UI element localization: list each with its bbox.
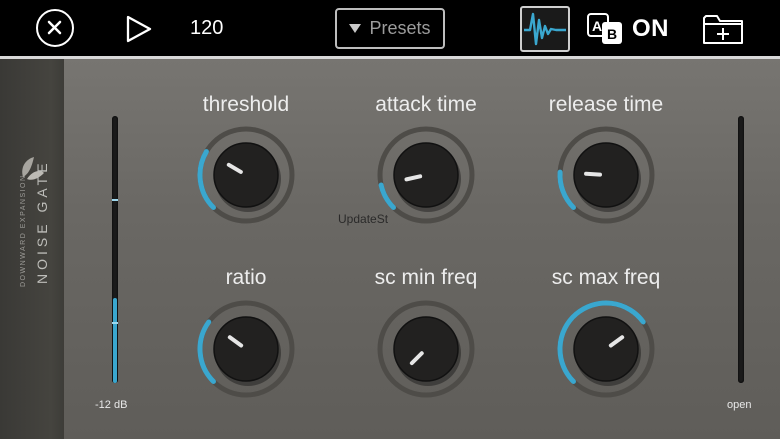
- svg-text:B: B: [607, 26, 617, 42]
- folder-add-button[interactable]: [702, 12, 744, 46]
- waveform-button[interactable]: [520, 6, 570, 52]
- tempo-value[interactable]: 120: [190, 17, 223, 40]
- knob-label-threshold: threshold: [202, 93, 290, 116]
- plugin-name: NOISE GATE: [34, 159, 50, 284]
- attack-time-knob[interactable]: [376, 125, 476, 225]
- knob-value-arc: [197, 149, 216, 211]
- input-level-meter: [112, 116, 118, 383]
- knob-cap: [393, 142, 459, 208]
- toolbar: 120 Presets A B ON: [0, 0, 780, 59]
- knob-label-attack-time: attack time: [375, 93, 477, 116]
- knob-value-arc: [557, 169, 576, 211]
- ab-compare-icon: A B: [587, 13, 622, 44]
- presets-button[interactable]: Presets: [335, 8, 445, 49]
- plugin-panel: DOWNWARD EXPANSION NOISE GATE -12 dB ope…: [0, 59, 780, 439]
- sc-max-freq-knob[interactable]: [556, 299, 656, 399]
- bypass-toggle[interactable]: ON: [632, 15, 669, 43]
- input-meter-label: -12 dB: [95, 399, 128, 411]
- knob-indicator: [584, 171, 603, 177]
- sc-min-freq-knob[interactable]: [376, 299, 476, 399]
- knob-cap: [393, 316, 459, 382]
- knob-value-arc: [197, 319, 216, 385]
- knob-cap: [573, 316, 639, 382]
- plugin-subtitle: DOWNWARD EXPANSION: [20, 174, 27, 287]
- output-meter-label: open: [727, 399, 752, 411]
- svg-text:A: A: [592, 18, 602, 34]
- folder-add-icon: [703, 15, 743, 44]
- dropdown-triangle-icon: [349, 24, 362, 33]
- knob-label-release-time: release time: [548, 93, 664, 116]
- knob-value-arc: [378, 182, 396, 211]
- knob-cap: [573, 142, 639, 208]
- knob-cap: [213, 142, 279, 208]
- threshold-knob[interactable]: [196, 125, 296, 225]
- close-icon: [47, 20, 62, 35]
- waveform-icon: [524, 12, 566, 46]
- debug-overlay-text: UpdateSt: [338, 212, 389, 226]
- knob-cap: [213, 316, 279, 382]
- presets-label: Presets: [369, 18, 431, 38]
- knob-label-sc-min-freq: sc min freq: [374, 266, 478, 289]
- ratio-knob[interactable]: [196, 299, 296, 399]
- plugin-side-strip: DOWNWARD EXPANSION NOISE GATE: [0, 59, 64, 439]
- close-button[interactable]: [36, 9, 74, 47]
- ab-compare-button[interactable]: A B: [586, 12, 624, 46]
- knob-label-sc-max-freq: sc max freq: [551, 266, 661, 289]
- output-level-meter: [738, 116, 744, 383]
- meter-mark: [112, 322, 118, 325]
- knob-label-ratio: ratio: [225, 266, 267, 289]
- play-button[interactable]: [124, 14, 154, 44]
- meter-fill: [113, 297, 117, 383]
- release-time-knob[interactable]: [556, 125, 656, 225]
- play-icon: [126, 15, 152, 43]
- meter-mark: [112, 199, 118, 202]
